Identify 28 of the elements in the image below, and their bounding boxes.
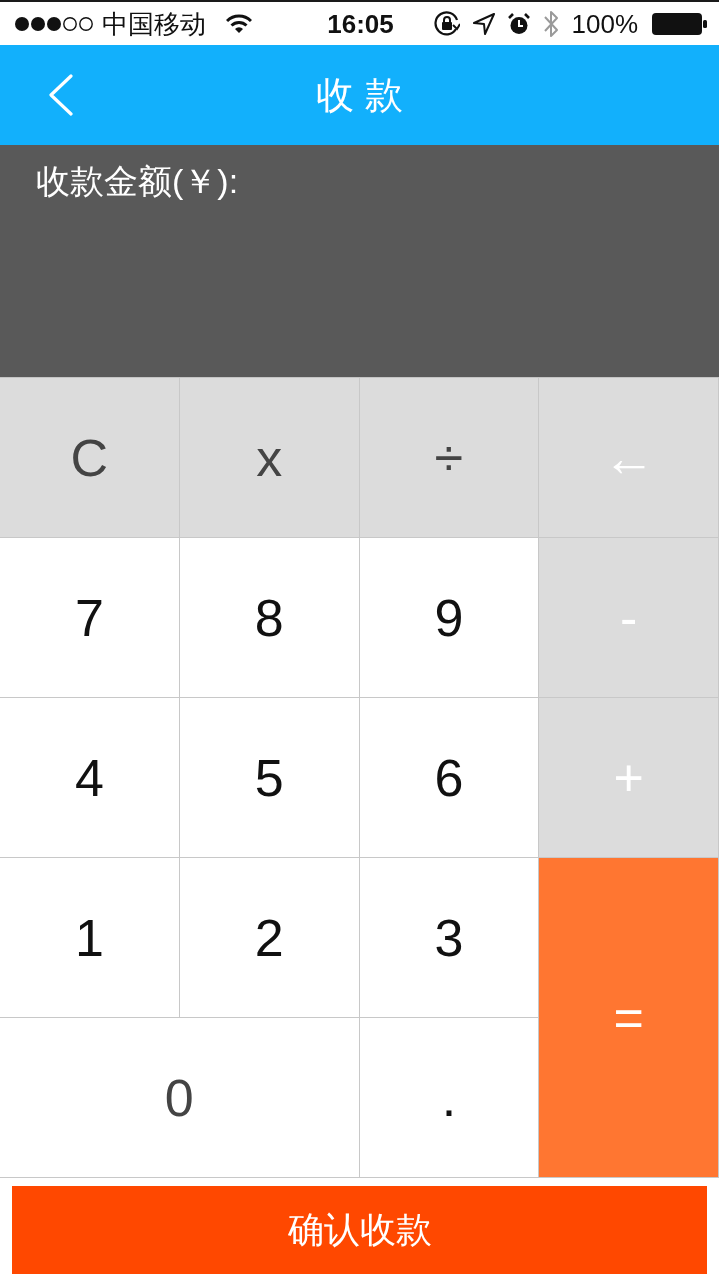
keypad-key[interactable]: 5 bbox=[179, 698, 360, 858]
wifi-icon bbox=[226, 13, 252, 34]
keypad-key[interactable]: 2 bbox=[179, 858, 360, 1018]
alarm-clock-icon bbox=[507, 12, 530, 35]
keypad-key[interactable]: C bbox=[0, 378, 180, 538]
page-title: 收 款 bbox=[316, 72, 403, 118]
back-icon bbox=[48, 74, 74, 116]
keypad-key[interactable]: 9 bbox=[359, 538, 540, 698]
amount-label: 收款金额(￥): bbox=[36, 162, 239, 200]
carrier-name: 中国移动 bbox=[102, 10, 206, 37]
keypad-key[interactable]: 6 bbox=[359, 698, 540, 858]
keypad-key[interactable]: 4 bbox=[0, 698, 180, 858]
rotation-lock-icon bbox=[433, 10, 460, 37]
battery-icon bbox=[651, 11, 707, 36]
keypad-key[interactable]: x bbox=[179, 378, 360, 538]
keypad-key[interactable]: 1 bbox=[0, 858, 180, 1018]
status-time: 16:05 bbox=[327, 10, 394, 37]
bluetooth-icon bbox=[542, 9, 559, 38]
keypad-key[interactable]: 3 bbox=[359, 858, 540, 1018]
keypad-key[interactable]: 8 bbox=[179, 538, 360, 698]
battery-percent: 100% bbox=[571, 10, 638, 37]
back-button[interactable] bbox=[48, 74, 74, 116]
keypad-key[interactable]: ÷ bbox=[359, 378, 540, 538]
location-arrow-icon bbox=[472, 12, 495, 35]
keypad-key[interactable]: 0 bbox=[0, 1018, 360, 1178]
keypad-key[interactable]: 7 bbox=[0, 538, 180, 698]
keypad-key[interactable]: . bbox=[359, 1018, 540, 1178]
signal-strength-icon bbox=[14, 15, 94, 32]
